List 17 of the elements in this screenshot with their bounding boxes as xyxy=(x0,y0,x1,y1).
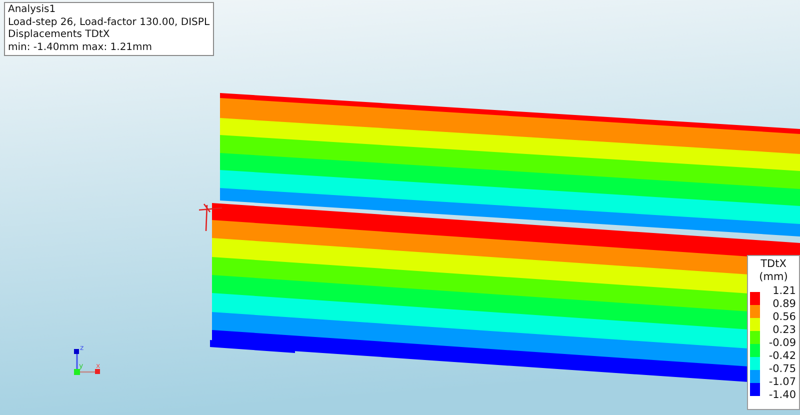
legend-value: -0.75 xyxy=(768,363,796,376)
legend-value: 0.56 xyxy=(772,311,796,324)
info-text: Displacements TDtX xyxy=(8,29,111,42)
legend-value: 0.89 xyxy=(772,298,796,311)
legend-unit: (mm) xyxy=(759,271,788,284)
legend-value: 1.21 xyxy=(772,285,796,298)
info-text: Analysis1 xyxy=(8,4,57,16)
info-text: min: -1.40mm max: 1.21mm xyxy=(8,42,154,54)
info-text: Load-step 26, Load-factor 130.00, DISPL xyxy=(8,16,210,29)
legend-value: -1.07 xyxy=(768,376,796,389)
legend-value: -0.09 xyxy=(768,337,796,350)
crack-marker-icon xyxy=(198,203,223,232)
legend-value: -0.42 xyxy=(768,350,796,363)
legend-value: 0.23 xyxy=(772,324,796,337)
legend-title: TDtX xyxy=(760,258,786,271)
axis-triad-drawing xyxy=(74,349,100,375)
legend-value: -1.40 xyxy=(768,389,796,402)
